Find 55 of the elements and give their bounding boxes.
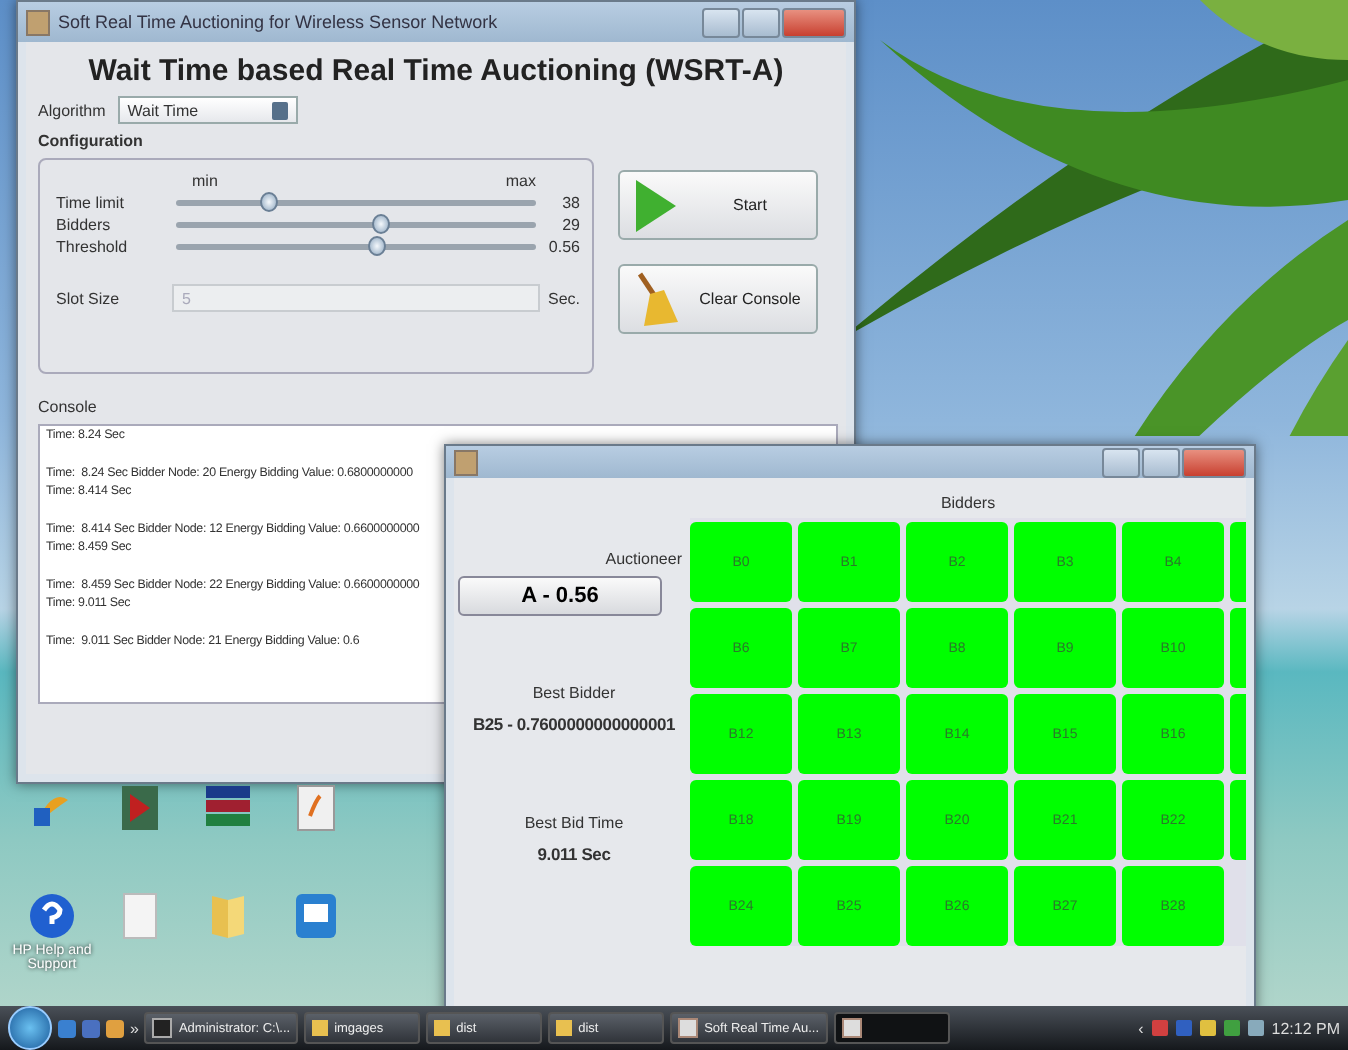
best-bid-time-label: Best Bid Time bbox=[522, 814, 626, 832]
tray-expand-arrow[interactable]: ‹ bbox=[1138, 1019, 1144, 1037]
clear-button[interactable]: Clear Console bbox=[618, 264, 818, 334]
start-button[interactable]: Start bbox=[618, 170, 818, 240]
java-icon bbox=[678, 1018, 699, 1038]
slider-thumb[interactable] bbox=[259, 192, 278, 212]
configuration-label: Configuration bbox=[38, 132, 145, 150]
console-icon bbox=[152, 1018, 173, 1038]
folder-icon bbox=[556, 1020, 573, 1036]
help-icon[interactable] bbox=[28, 892, 76, 940]
app-heading: Wait Time based Real Time Auctioning (WSRT-A) bbox=[86, 54, 786, 88]
network-icon[interactable] bbox=[1223, 1020, 1240, 1036]
auctioneer-button[interactable]: A - 0.56 bbox=[458, 576, 662, 616]
unit-label: Sec. bbox=[547, 289, 580, 307]
slider-value: 29 bbox=[560, 216, 580, 234]
blank-document-icon[interactable] bbox=[122, 892, 158, 940]
volume-icon[interactable] bbox=[1247, 1020, 1264, 1036]
broom-icon bbox=[632, 269, 680, 329]
slider-value: 38 bbox=[560, 194, 580, 212]
taskbar-button[interactable] bbox=[833, 1012, 950, 1044]
auctioneer-label: Auctioneer bbox=[603, 550, 684, 568]
java-icon bbox=[841, 1018, 862, 1038]
desktop-icon[interactable] bbox=[82, 1019, 100, 1037]
max-label: max bbox=[505, 172, 536, 190]
slider-label: Bidders bbox=[56, 216, 113, 234]
window-controls[interactable] bbox=[702, 7, 846, 37]
bidders-label: Bidders bbox=[938, 492, 998, 516]
play-icon bbox=[632, 175, 680, 235]
min-label: min bbox=[192, 172, 218, 190]
start-button[interactable] bbox=[8, 1006, 52, 1050]
archive-icon[interactable] bbox=[204, 784, 252, 828]
overflow-chevron[interactable]: » bbox=[130, 1019, 139, 1037]
algorithm-dropdown[interactable]: Wait Time bbox=[117, 96, 298, 124]
best-bidder-value: B25 - 0.7600000000000001 bbox=[470, 714, 678, 734]
slot-size-label: Slot Size bbox=[56, 289, 122, 307]
app-icon bbox=[454, 449, 478, 475]
slider-thumb[interactable] bbox=[367, 236, 386, 256]
folder-icon bbox=[434, 1020, 451, 1036]
best-bidder-label: Best Bidder bbox=[530, 684, 618, 702]
best-bid-time-value: 9.011 Sec bbox=[535, 844, 613, 864]
clock[interactable]: 12:12 PM bbox=[1271, 1019, 1340, 1037]
slider-label: Time limit bbox=[56, 194, 126, 212]
algorithm-label: Algorithm bbox=[38, 101, 106, 119]
browser-icon[interactable] bbox=[58, 1019, 76, 1037]
window-controls[interactable] bbox=[1102, 447, 1246, 477]
java-file-icon[interactable] bbox=[296, 784, 336, 832]
console-label: Console bbox=[38, 398, 99, 416]
window-title: Soft Real Time Auctioning for Wireless Sensor Network bbox=[58, 12, 498, 32]
folder-icon bbox=[312, 1020, 329, 1036]
slider-thumb[interactable] bbox=[371, 214, 390, 234]
slider-label: Threshold bbox=[56, 238, 130, 256]
monitor-icon[interactable] bbox=[294, 892, 338, 940]
application-icon[interactable] bbox=[120, 784, 160, 832]
app-icon bbox=[26, 9, 50, 35]
slider-value: 0.56 bbox=[546, 238, 580, 256]
